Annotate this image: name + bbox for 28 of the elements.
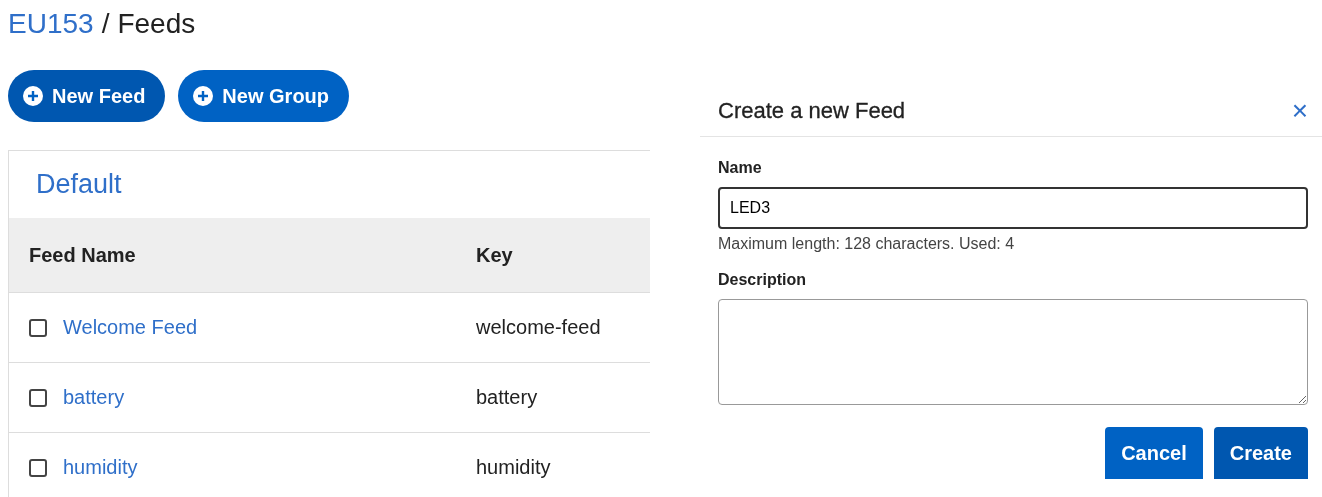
name-field[interactable]: LED3 [718, 187, 1308, 229]
feed-key: battery [476, 386, 538, 408]
feed-name-link[interactable]: humidity [63, 456, 138, 479]
breadcrumb-separator: / [101, 8, 110, 41]
new-feed-button[interactable]: New Feed [8, 70, 166, 122]
field-label: Name [718, 159, 763, 177]
checkbox[interactable] [29, 318, 47, 337]
field-label: Description [718, 271, 807, 289]
feed-name-link[interactable]: battery [63, 386, 125, 409]
feed-key: welcome-feed [476, 316, 601, 338]
plus-icon [22, 85, 44, 107]
plus-icon [192, 85, 215, 107]
column-header: Feed Name [29, 243, 136, 266]
checkbox[interactable] [29, 458, 47, 477]
page-title: Feeds [117, 8, 196, 41]
cancel-button[interactable]: Cancel [1105, 427, 1203, 479]
close-button[interactable]: × [1291, 97, 1308, 125]
column-header: Key [476, 243, 513, 266]
checkbox[interactable] [29, 388, 47, 407]
create-button[interactable]: Create [1213, 427, 1308, 479]
new-group-button[interactable]: New Group [178, 70, 350, 122]
feed-name-link[interactable]: Welcome Feed [63, 316, 198, 339]
breadcrumb-link[interactable]: EU153 [8, 8, 94, 44]
description-field[interactable] [718, 299, 1308, 405]
dialog-title: Create a new Feed [718, 98, 906, 124]
group-title: Default [36, 169, 122, 199]
field-hint: Maximum length: 128 characters. Used: 4 [718, 235, 1016, 253]
feed-key: humidity [476, 456, 551, 478]
